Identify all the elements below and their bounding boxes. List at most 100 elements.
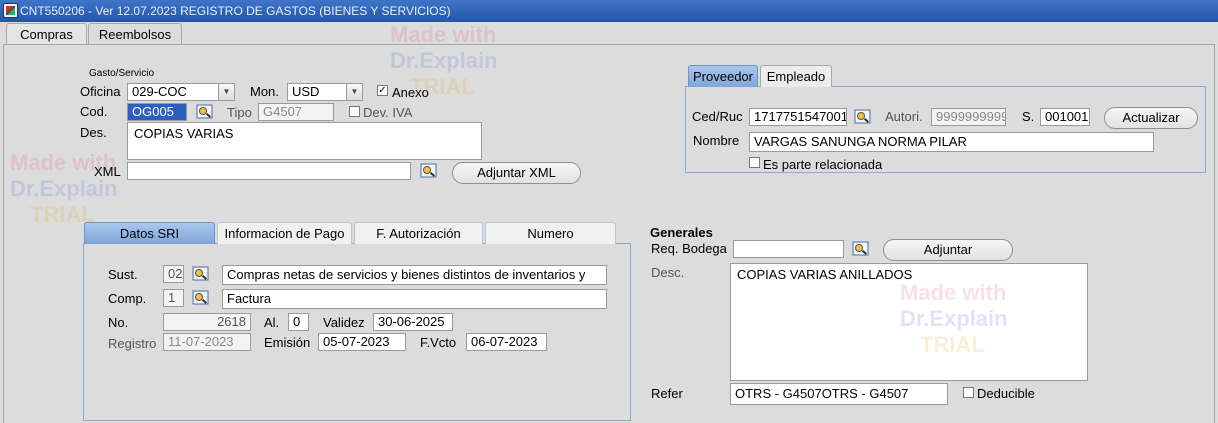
adjuntar-label: Adjuntar (923, 242, 973, 257)
fvcto-input[interactable]: 06-07-2023 (466, 333, 547, 351)
serie-label: S. (1022, 109, 1035, 124)
lookup-icon[interactable] (192, 265, 210, 283)
des-label: Des. (80, 125, 107, 140)
app-icon (3, 3, 18, 18)
tab-informacion-pago-label: Informacion de Pago (224, 226, 345, 241)
nombre-input[interactable]: VARGAS SANUNGA NORMA PILAR (749, 132, 1154, 152)
lookup-icon[interactable] (196, 103, 214, 121)
mon-label: Mon. (250, 84, 279, 99)
no-input[interactable]: 2618 (163, 313, 251, 331)
comp-label: Comp. (108, 291, 147, 306)
comp-code-value: 1 (168, 290, 176, 305)
tipo-value: G4507 (263, 104, 303, 119)
sust-code-value: 02 (168, 266, 183, 281)
refer-value: OTRS - G4507OTRS - G4507 (735, 386, 909, 401)
deducible-checkbox[interactable] (963, 387, 974, 398)
adjuntar-xml-label: Adjuntar XML (477, 165, 556, 180)
tab-numero[interactable]: Numero (485, 222, 616, 244)
comp-desc-input[interactable]: Factura (222, 289, 607, 309)
autori-label: Autori. (885, 109, 923, 124)
registro-label: Registro (108, 336, 157, 351)
descripcion-textarea[interactable]: COPIAS VARIAS (127, 122, 482, 160)
refer-input[interactable]: OTRS - G4507OTRS - G4507 (730, 383, 948, 405)
fvcto-value: 06-07-2023 (471, 334, 538, 349)
autori-value: 9999999999 (936, 109, 1006, 124)
serie-input[interactable]: 001001 (1040, 108, 1090, 126)
oficina-value: 029-COC (132, 84, 187, 99)
oficina-label: Oficina (80, 84, 121, 99)
gasto-group-label: Gasto/Servicio (89, 68, 155, 79)
cod-value: OG005 (132, 104, 174, 119)
cod-input[interactable]: OG005 (127, 103, 187, 121)
serie-value: 001001 (1045, 109, 1089, 124)
comp-code-input[interactable]: 1 (163, 289, 184, 307)
xml-input[interactable] (127, 162, 411, 180)
ced-ruc-value: 1717751547001 (754, 109, 847, 124)
sust-label: Sust. (108, 267, 138, 282)
anexo-checkbox[interactable]: ✓ (377, 85, 388, 96)
no-value: 2618 (217, 314, 246, 329)
tipo-label: Tipo (227, 105, 252, 120)
deducible-label: Deducible (977, 386, 1035, 401)
tab-datos-sri[interactable]: Datos SRI (84, 222, 215, 244)
generales-heading: Generales (650, 225, 713, 240)
tab-compras-label: Compras (20, 27, 73, 42)
lookup-icon[interactable] (854, 108, 872, 126)
fvcto-label: F.Vcto (420, 335, 457, 350)
tab-f-autorizacion-label: F. Autorización (376, 226, 461, 241)
adjuntar-xml-button[interactable]: Adjuntar XML (452, 162, 581, 184)
req-bodega-label: Req. Bodega (651, 241, 727, 256)
tab-empleado[interactable]: Empleado (760, 65, 832, 87)
cod-label: Cod. (80, 104, 108, 119)
lookup-icon[interactable] (420, 162, 438, 180)
adjuntar-button[interactable]: Adjuntar (883, 239, 1013, 261)
tab-numero-label: Numero (527, 226, 574, 241)
validez-value: 30-06-2025 (378, 314, 445, 329)
nombre-label: Nombre (693, 133, 740, 148)
descripcion-value: COPIAS VARIAS (134, 126, 234, 141)
desc-value: COPIAS VARIAS ANILLADOS (737, 267, 913, 282)
tab-proveedor-label: Proveedor (693, 69, 753, 84)
registro-input[interactable]: 11-07-2023 (163, 333, 251, 351)
moneda-value: USD (292, 84, 320, 99)
validez-input[interactable]: 30-06-2025 (373, 313, 453, 331)
window-title: CNT550206 - Ver 12.07.2023 REGISTRO DE G… (20, 4, 451, 18)
registro-value: 11-07-2023 (168, 334, 234, 349)
ced-ruc-input[interactable]: 1717751547001 (749, 108, 847, 126)
xml-label: XML (94, 164, 121, 179)
chevron-down-icon[interactable]: ▼ (218, 84, 234, 100)
anexo-label: Anexo (392, 85, 429, 100)
parte-relacionada-checkbox[interactable] (749, 157, 760, 168)
emision-input[interactable]: 05-07-2023 (318, 333, 406, 351)
validez-label: Validez (323, 315, 365, 330)
emision-value: 05-07-2023 (323, 334, 390, 349)
autori-input[interactable]: 9999999999 (931, 108, 1006, 126)
comp-desc-value: Factura (227, 291, 272, 306)
tab-f-autorizacion[interactable]: F. Autorización (354, 222, 483, 244)
tab-reembolsos-label: Reembolsos (98, 27, 172, 42)
tab-compras[interactable]: Compras (6, 23, 87, 45)
parte-relacionada-label: Es parte relacionada (763, 157, 883, 172)
lookup-icon[interactable] (192, 289, 210, 307)
sust-desc-input[interactable]: Compras netas de servicios y bienes dist… (222, 265, 607, 285)
actualizar-button[interactable]: Actualizar (1104, 107, 1198, 129)
lookup-icon[interactable] (852, 240, 870, 258)
tab-proveedor[interactable]: Proveedor (688, 65, 758, 87)
refer-label: Refer (651, 386, 683, 401)
req-bodega-input[interactable] (733, 240, 844, 258)
window-title-bar: CNT550206 - Ver 12.07.2023 REGISTRO DE G… (0, 0, 1218, 22)
dev-iva-checkbox[interactable] (349, 106, 360, 117)
tab-informacion-pago[interactable]: Informacion de Pago (217, 222, 352, 244)
no-label: No. (108, 315, 129, 330)
tipo-input[interactable]: G4507 (258, 103, 334, 121)
tab-datos-sri-label: Datos SRI (119, 226, 180, 241)
al-input[interactable]: 0 (288, 313, 309, 331)
sust-desc-value: Compras netas de servicios y bienes dist… (227, 267, 586, 282)
al-value: 0 (293, 314, 301, 329)
dev-iva-label: Dev. IVA (363, 105, 413, 120)
tab-reembolsos[interactable]: Reembolsos (88, 23, 182, 45)
chevron-down-icon[interactable]: ▼ (346, 84, 362, 100)
desc-textarea[interactable]: COPIAS VARIAS ANILLADOS (730, 263, 1088, 381)
actualizar-label: Actualizar (1122, 110, 1180, 125)
sust-code-input[interactable]: 02 (163, 265, 184, 283)
